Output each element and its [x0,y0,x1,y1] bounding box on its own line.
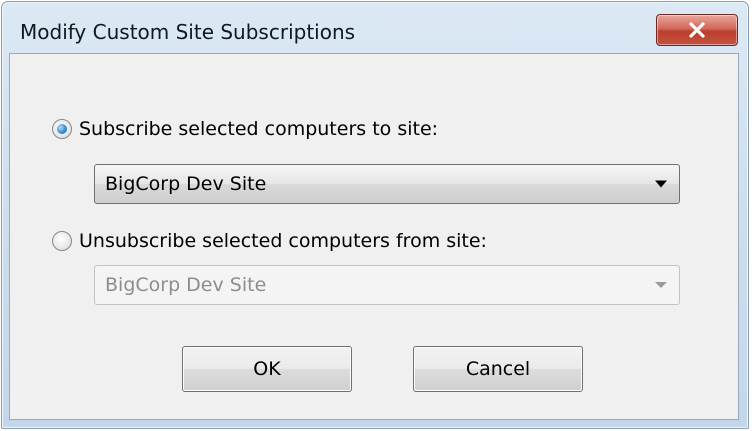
unsubscribe-site-value: BigCorp Dev Site [105,274,267,296]
unsubscribe-label: Unsubscribe selected computers from site… [79,230,487,252]
dropdown-arrow-icon [655,282,667,288]
radio-selected-dot [57,124,67,134]
subscribe-label: Subscribe selected computers to site: [79,118,439,140]
ok-button[interactable]: OK [182,346,352,392]
unsubscribe-radio[interactable] [52,231,72,251]
subscribe-site-dropdown[interactable]: BigCorp Dev Site [94,164,680,204]
subscribe-option[interactable]: Subscribe selected computers to site: [52,118,438,140]
close-icon [689,22,705,38]
close-button[interactable] [656,14,738,46]
dialog-title: Modify Custom Site Subscriptions [20,20,356,44]
subscribe-site-value: BigCorp Dev Site [105,173,267,195]
unsubscribe-site-dropdown: BigCorp Dev Site [94,265,680,305]
unsubscribe-option[interactable]: Unsubscribe selected computers from site… [52,230,487,252]
cancel-button[interactable]: Cancel [413,346,583,392]
subscribe-radio[interactable] [52,119,72,139]
dropdown-arrow-icon [655,180,667,188]
